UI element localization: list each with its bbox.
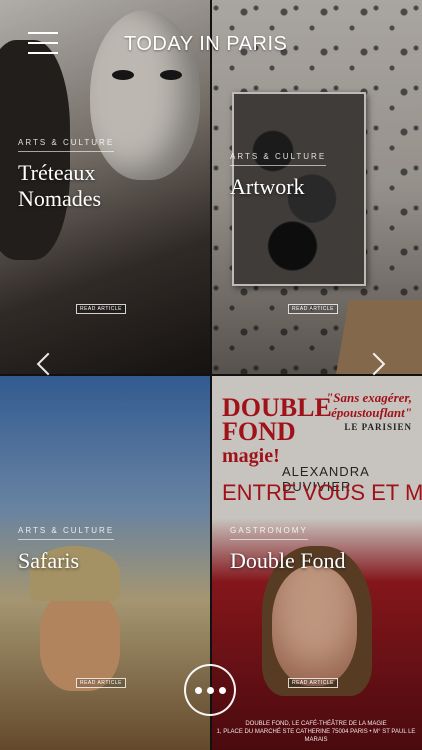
app-header: TODAY IN PARIS [0,0,422,80]
read-article-button[interactable]: READ ARTICLE [75,678,126,688]
more-button[interactable] [184,664,236,716]
poster-footer: DOUBLE FOND, LE CAFÉ-THÉÂTRE DE LA MAGIE… [216,720,416,744]
read-article-button[interactable]: READ ARTICLE [287,678,338,688]
read-article-button[interactable]: READ ARTICLE [287,304,338,314]
title-line: Nomades [18,186,102,211]
app-title: TODAY IN PARIS [124,33,288,55]
more-dots-icon [218,686,226,694]
article-grid: ARTS & CULTURE Tréteaux Nomades READ ART… [0,0,422,750]
more-dots-icon [206,686,214,694]
article-title: Artwork [230,174,305,199]
article-title: Double Fond [230,548,346,573]
article-tile-safaris[interactable]: ARTS & CULTURE Safaris READ ARTICLE [0,376,210,750]
more-dots-icon [194,686,202,694]
category-label: ARTS & CULTURE [18,526,115,540]
article-title: Safaris [18,548,80,573]
read-article-button[interactable]: READ ARTICLE [75,304,126,314]
article-title: Tréteaux Nomades [18,160,101,212]
category-label: ARTS & CULTURE [18,138,115,152]
hamburger-menu-icon[interactable] [28,32,58,54]
category-label: GASTRONOMY [230,526,308,540]
article-tile-double-fond[interactable]: DOUBLE FOND magie! "Sans exagérer, épous… [212,376,422,750]
category-label: ARTS & CULTURE [230,152,327,166]
title-line: Tréteaux [18,160,96,185]
poster-footer-line: DOUBLE FOND, LE CAFÉ-THÉÂTRE DE LA MAGIE [245,721,387,727]
poster-footer-line: 1, PLACE DU MARCHÉ STE CATHERINE 75004 P… [216,729,416,743]
